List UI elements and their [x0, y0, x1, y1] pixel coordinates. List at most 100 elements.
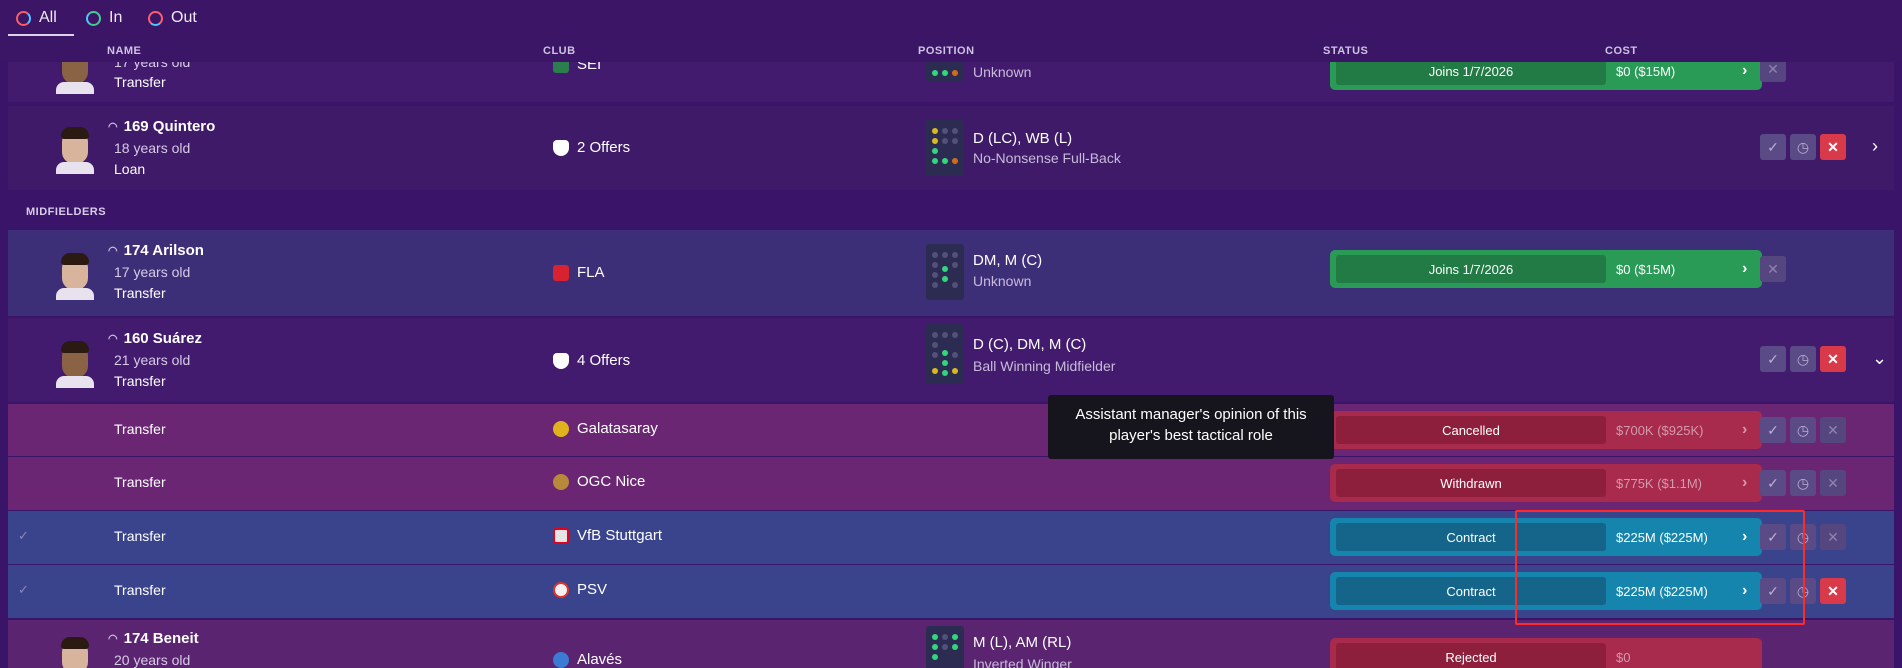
club-cell[interactable]: 4 Offers [553, 352, 630, 369]
tab-all[interactable]: All [16, 7, 57, 29]
club-cell[interactable]: VfB Stuttgart [553, 527, 662, 544]
column-header-status[interactable]: STATUS [1323, 45, 1368, 57]
delay-button[interactable]: ◷ [1790, 134, 1816, 160]
headset-icon: ◠ [108, 333, 118, 345]
transfer-type: Transfer [114, 474, 166, 490]
club-cell[interactable]: 2 Offers [553, 139, 630, 156]
chevron-down-icon[interactable]: ⌄ [1872, 348, 1887, 369]
chevron-right-icon: › [1742, 421, 1748, 438]
reject-button[interactable]: ✕ [1820, 346, 1846, 372]
club-cell[interactable]: PSV [553, 581, 607, 598]
transfer-filter-bar: All In Out [0, 0, 1902, 36]
tactical-role[interactable]: Unknown [973, 64, 1031, 80]
cost-value: $0 ($15M) [1616, 261, 1676, 277]
club-crest-icon [553, 581, 569, 598]
player-row[interactable]: ◠ 160 Suárez 21 years old Transfer 4 Off… [8, 318, 1894, 402]
accept-button[interactable]: ✓ [1760, 470, 1786, 496]
check-icon: ✓ [1767, 350, 1779, 367]
reject-button[interactable]: ✕ [1820, 470, 1846, 496]
cost-value: $225M ($225M) [1616, 529, 1708, 545]
status-bar[interactable]: Contract $225M ($225M) › [1330, 518, 1762, 556]
delay-button[interactable]: ◷ [1790, 524, 1816, 550]
delay-button[interactable]: ◷ [1790, 417, 1816, 443]
offer-row[interactable]: ✓ Transfer PSV Contract $225M ($225M) › … [8, 565, 1894, 618]
club-cell[interactable]: Galatasaray [553, 420, 658, 437]
tactical-role[interactable]: No-Nonsense Full-Back [973, 150, 1121, 166]
player-row[interactable]: ◠ 169 Quintero 18 years old Loan 2 Offer… [8, 106, 1894, 190]
player-age: 20 years old [114, 652, 191, 668]
cost-value: $225M ($225M) [1616, 583, 1708, 599]
column-header-name[interactable]: NAME [107, 45, 141, 57]
tactical-role[interactable]: Inverted Winger [973, 656, 1072, 668]
transfer-type: Transfer [114, 582, 166, 598]
player-row[interactable]: ◠ 174 Beneit 20 years old Alavés M (L), … [8, 620, 1894, 668]
column-header-position[interactable]: POSITION [918, 45, 975, 57]
offer-row[interactable]: ✓ Transfer VfB Stuttgart Contract $225M … [8, 511, 1894, 564]
delay-button[interactable]: ◷ [1790, 578, 1816, 604]
transfer-type: Transfer [114, 373, 166, 389]
tab-out[interactable]: Out [148, 7, 197, 29]
headset-icon: ◠ [108, 633, 118, 645]
headset-icon: ◠ [108, 245, 118, 257]
player-row[interactable]: ◠ 174 Arilson 17 years old Transfer FLA … [8, 230, 1894, 316]
check-icon: ✓ [1767, 474, 1779, 491]
clock-icon: ◷ [1796, 528, 1810, 545]
reject-button[interactable]: ✕ [1820, 134, 1846, 160]
player-age: 18 years old [114, 140, 191, 156]
status-label: Joins 1/7/2026 [1336, 255, 1606, 283]
position-pitch-icon [926, 244, 964, 300]
accept-button[interactable]: ✓ [1760, 578, 1786, 604]
player-name[interactable]: ◠ 174 Arilson [108, 242, 204, 259]
club-cell[interactable]: Alavés [553, 651, 622, 668]
position-pitch-icon [926, 626, 964, 668]
clock-icon: ◷ [1796, 421, 1810, 438]
accept-button[interactable]: ✓ [1760, 417, 1786, 443]
check-icon: ✓ [1767, 528, 1779, 545]
club-cell[interactable]: FLA [553, 264, 605, 281]
cost-value: $700K ($925K) [1616, 422, 1704, 438]
swap-out-icon [148, 10, 163, 26]
close-icon: ✕ [1767, 260, 1779, 277]
club-crest-icon [553, 420, 569, 437]
column-header-club[interactable]: CLUB [543, 45, 576, 57]
delay-button[interactable]: ◷ [1790, 470, 1816, 496]
chevron-right-icon: › [1742, 582, 1748, 599]
player-age: 21 years old [114, 352, 191, 368]
status-label: Cancelled [1336, 416, 1606, 444]
accept-button[interactable]: ✓ [1760, 346, 1786, 372]
player-name[interactable]: ◠ 160 Suárez [108, 330, 202, 347]
chevron-right-icon: › [1742, 260, 1748, 277]
reject-button[interactable]: ✕ [1820, 524, 1846, 550]
club-crest-icon [553, 264, 569, 281]
reject-button[interactable]: ✕ [1820, 417, 1846, 443]
offer-row[interactable]: Transfer OGC Nice Withdrawn $775K ($1.1M… [8, 457, 1894, 510]
selected-check-icon[interactable]: ✓ [18, 528, 29, 544]
tactical-role[interactable]: Unknown [973, 273, 1031, 289]
player-name[interactable]: ◠ 174 Beneit [108, 630, 199, 647]
player-position: M (L), AM (RL) [973, 634, 1072, 651]
club-cell[interactable]: OGC Nice [553, 473, 645, 490]
selected-check-icon[interactable]: ✓ [18, 582, 29, 598]
status-bar[interactable]: Cancelled $700K ($925K) › [1330, 411, 1762, 449]
status-label: Contract [1336, 577, 1606, 605]
player-position: DM, M (C) [973, 252, 1043, 269]
tactical-role[interactable]: Ball Winning Midfielder [973, 358, 1115, 374]
delay-button[interactable]: ◷ [1790, 346, 1816, 372]
status-bar[interactable]: Rejected $0 [1330, 638, 1762, 668]
player-avatar [56, 250, 94, 300]
accept-button[interactable]: ✓ [1760, 524, 1786, 550]
accept-button[interactable]: ✓ [1760, 134, 1786, 160]
player-name[interactable]: ◠ 169 Quintero [108, 118, 215, 135]
status-bar[interactable]: Contract $225M ($225M) › [1330, 572, 1762, 610]
reject-button[interactable]: ✕ [1820, 578, 1846, 604]
column-header-cost[interactable]: COST [1605, 45, 1638, 57]
chevron-right-icon[interactable]: › [1872, 136, 1878, 157]
cancel-button[interactable]: ✕ [1760, 256, 1786, 282]
status-bar[interactable]: Joins 1/7/2026 $0 ($15M) › [1330, 250, 1762, 288]
position-pitch-icon [926, 120, 964, 176]
status-bar[interactable]: Withdrawn $775K ($1.1M) › [1330, 464, 1762, 502]
offer-row[interactable]: Transfer Galatasaray Cancelled $700K ($9… [8, 404, 1894, 456]
column-headers: NAME CLUB POSITION STATUS COST [0, 36, 1902, 62]
tab-in[interactable]: In [86, 7, 122, 29]
offers-shield-icon [553, 352, 569, 369]
